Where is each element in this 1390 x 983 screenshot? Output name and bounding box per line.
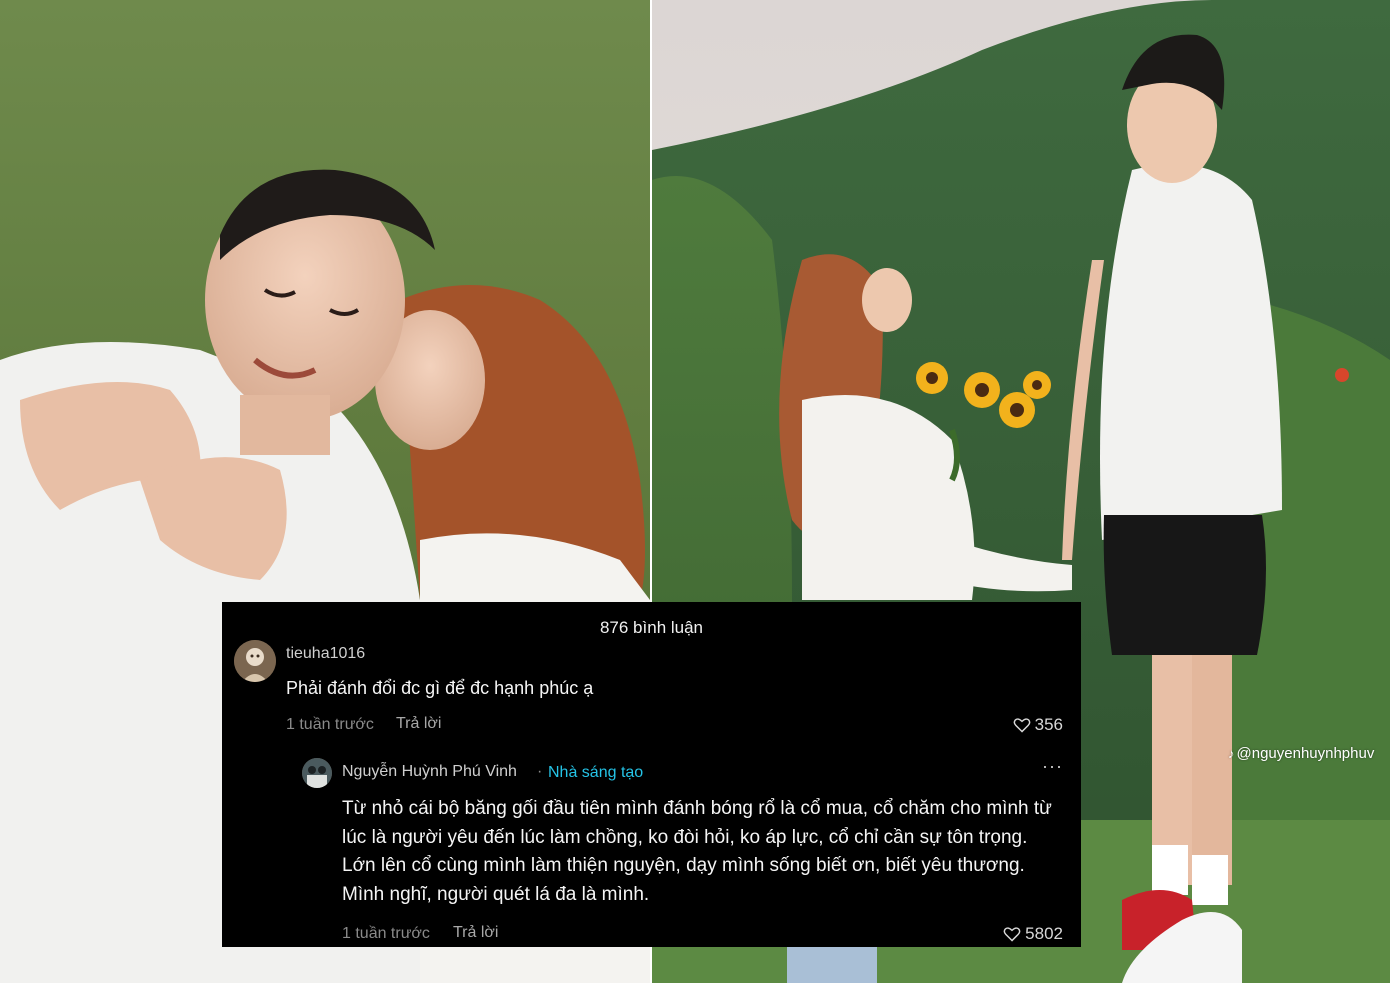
like-button[interactable]: 5802: [1003, 924, 1063, 944]
reply-username[interactable]: Nguyễn Huỳnh Phú Vinh: [342, 763, 517, 781]
like-count: 356: [1034, 715, 1063, 734]
like-count: 5802: [1025, 924, 1063, 943]
like-button[interactable]: 356: [1013, 715, 1063, 735]
tiktok-watermark: ♪ @nguyenhuynhphuv: [1228, 745, 1374, 762]
creator-avatar[interactable]: [302, 758, 332, 788]
separator-dot: ·: [537, 763, 543, 780]
avatar[interactable]: [234, 640, 276, 682]
heart-icon: [1003, 927, 1021, 942]
comments-count-title: 876 bình luận: [599, 618, 704, 637]
more-options-icon[interactable]: ···: [1042, 756, 1063, 777]
reply-timestamp: 1 tuần trước: [342, 925, 430, 942]
reply-text: Từ nhỏ cái bộ băng gối đầu tiên mình đán…: [342, 798, 1052, 905]
comment-timestamp: 1 tuần trước: [286, 716, 374, 733]
reply-button[interactable]: Trả lời: [453, 924, 498, 942]
creator-badge: Nhà sáng tạo: [548, 764, 644, 781]
reply-button[interactable]: Trả lời: [396, 715, 441, 733]
comment-username[interactable]: tieuha1016: [286, 645, 365, 663]
comment-text: Phải đánh đổi đc gì để đc hạnh phúc ạ: [286, 678, 594, 698]
comments-panel: 876 bình luận tieuha1016 Phải đánh đổi đ…: [222, 602, 1081, 947]
watermark-handle: @nguyenhuynhphuv: [1236, 745, 1375, 762]
heart-icon: [1013, 718, 1031, 733]
tiktok-icon: ♪: [1228, 746, 1235, 761]
